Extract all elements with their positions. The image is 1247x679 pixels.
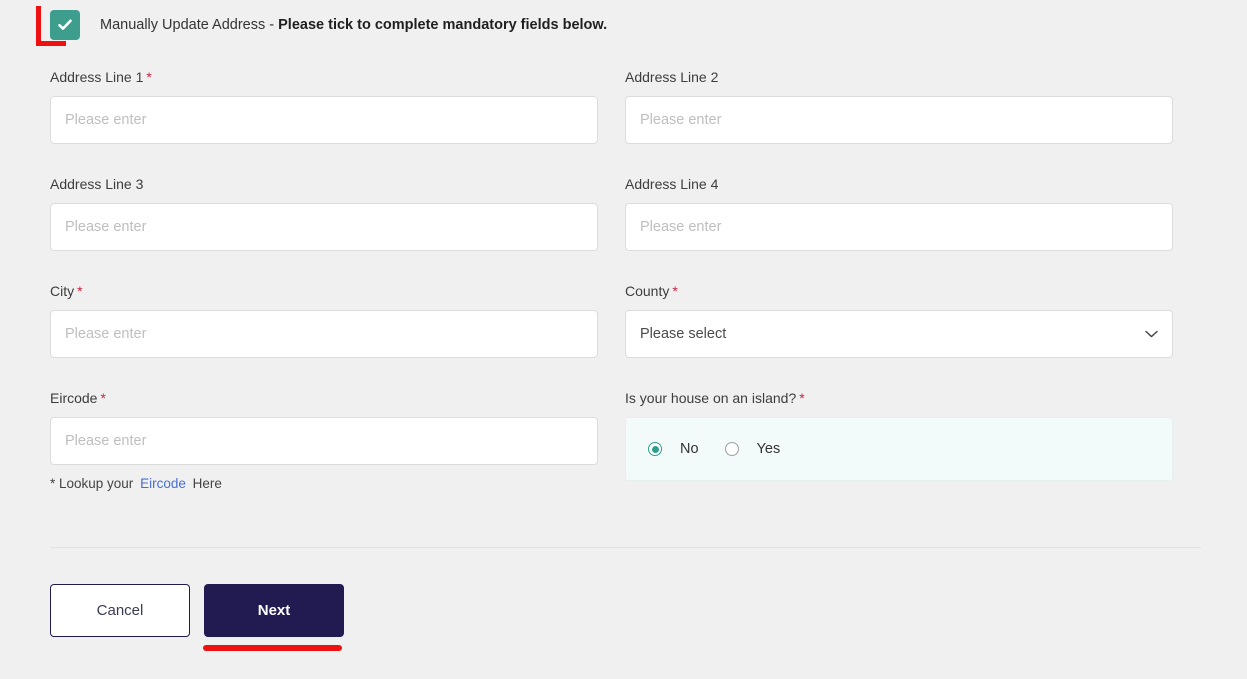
field-address-line-1: Address Line 1 * Please enter [50, 70, 598, 144]
input-eircode[interactable]: Please enter [50, 417, 598, 465]
required-asterisk: * [799, 390, 805, 406]
island-radio-group: No Yes [625, 417, 1173, 481]
label-city: City * [50, 284, 598, 298]
required-asterisk: * [146, 69, 152, 85]
next-button-annotation-underline [203, 645, 342, 651]
label-text: Address Line 1 [50, 69, 144, 85]
eircode-lookup-link[interactable]: Eircode [140, 476, 186, 491]
label-address-line-3: Address Line 3 [50, 177, 598, 191]
field-city: City * Please enter [50, 284, 598, 358]
input-address-line-1[interactable]: Please enter [50, 96, 598, 144]
radio-yes-label: Yes [756, 441, 781, 457]
manual-address-checkbox-row[interactable]: Manually Update Address - Please tick to… [50, 8, 607, 42]
input-city[interactable]: Please enter [50, 310, 598, 358]
input-address-line-4[interactable]: Please enter [625, 203, 1173, 251]
label-text: City [50, 283, 75, 299]
label-text: Is your house on an island? [625, 390, 797, 406]
input-address-line-3[interactable]: Please enter [50, 203, 598, 251]
label-island-question: Is your house on an island? * [625, 391, 1173, 405]
manual-address-checkbox[interactable] [50, 10, 80, 40]
field-address-line-2: Address Line 2 Please enter [625, 70, 1173, 144]
label-text: Address Line 4 [625, 176, 719, 192]
eircode-lookup-hint: * Lookup your Eircode Here [50, 476, 598, 491]
field-county: County * Please select [625, 284, 1173, 358]
label-text: Address Line 3 [50, 176, 144, 192]
label-eircode: Eircode * [50, 391, 598, 405]
label-text: Eircode [50, 390, 98, 406]
radio-no-indicator[interactable] [648, 442, 662, 456]
manual-address-checkbox-label: Manually Update Address - Please tick to… [100, 18, 607, 33]
input-address-line-2[interactable]: Please enter [625, 96, 1173, 144]
required-asterisk: * [672, 283, 678, 299]
check-icon [56, 16, 74, 34]
field-address-line-3: Address Line 3 Please enter [50, 177, 598, 251]
radio-option-no[interactable]: No [648, 441, 699, 457]
chevron-down-icon [1145, 326, 1158, 342]
label-address-line-4: Address Line 4 [625, 177, 1173, 191]
required-asterisk: * [100, 390, 106, 406]
consent-label-bold: Please tick to complete mandatory fields… [278, 16, 608, 33]
label-address-line-1: Address Line 1 * [50, 70, 598, 84]
label-county: County * [625, 284, 1173, 298]
hint-before: * Lookup your [50, 476, 134, 491]
field-address-line-4: Address Line 4 Please enter [625, 177, 1173, 251]
footer-divider [50, 547, 1201, 548]
field-eircode: Eircode * Please enter * Lookup your Eirc… [50, 391, 598, 491]
radio-no-label: No [680, 441, 699, 457]
next-button[interactable]: Next [204, 584, 344, 637]
label-address-line-2: Address Line 2 [625, 70, 1173, 84]
radio-yes-indicator[interactable] [724, 442, 739, 456]
consent-label-normal: Manually Update Address - [100, 16, 279, 33]
label-text: County [625, 283, 670, 299]
select-county[interactable]: Please select [625, 310, 1173, 358]
radio-option-yes[interactable]: Yes [724, 441, 781, 457]
address-form-page: Manually Update Address - Please tick to… [0, 0, 1247, 679]
label-text: Address Line 2 [625, 69, 719, 85]
select-county-value: Please select [640, 326, 727, 342]
required-asterisk: * [77, 283, 83, 299]
hint-after: Here [192, 476, 222, 491]
field-island-question: Is your house on an island? * No Yes [625, 391, 1173, 481]
cancel-button[interactable]: Cancel [50, 584, 190, 637]
